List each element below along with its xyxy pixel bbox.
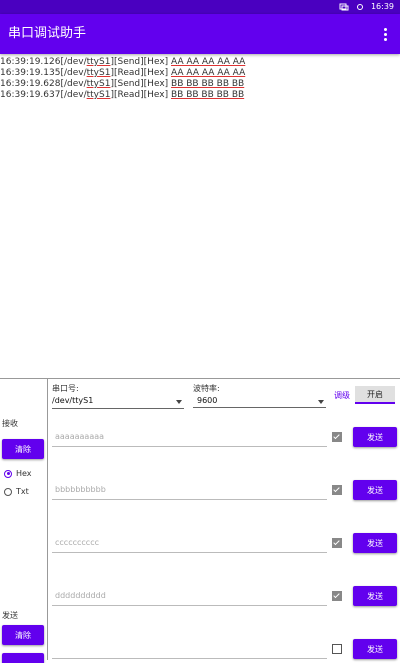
send-row-checkbox[interactable]	[332, 538, 342, 548]
send-row-checkbox[interactable]	[332, 644, 342, 654]
send-input[interactable]	[52, 639, 327, 659]
send-button[interactable]: 发送	[353, 533, 397, 553]
baud-label: 波特率:	[193, 384, 220, 393]
side-divider	[47, 379, 48, 660]
log-port: ttyS1	[86, 68, 111, 78]
send-button[interactable]: 发送	[353, 639, 397, 659]
log-data: BB BB BB BB BB	[171, 79, 245, 89]
status-bar: 16:39	[0, 0, 400, 14]
receive-label: 接收	[2, 419, 18, 428]
log-fmt: [Hex]	[143, 90, 169, 100]
log-dir: [Read]	[113, 68, 144, 78]
radio-txt-indicator	[4, 487, 12, 496]
send-input[interactable]: dddddddddd	[52, 586, 327, 606]
log-dev: /dev/	[63, 79, 87, 89]
send-button[interactable]: 发送	[353, 586, 397, 606]
log-time: 16:39:19.628	[0, 79, 61, 89]
clear-receive-button[interactable]: 清除	[2, 439, 44, 459]
log-time: 16:39:19.135	[0, 68, 61, 78]
port-label: 串口号:	[52, 384, 79, 393]
send-row-checkbox[interactable]	[332, 591, 342, 601]
log-time: 16:39:19.637	[0, 90, 61, 100]
radio-hex-indicator	[4, 469, 12, 478]
clear-send-button[interactable]: 清除	[2, 625, 44, 645]
radio-hex-label: Hex	[16, 469, 32, 478]
app-title: 串口调试助手	[8, 26, 87, 41]
radio-hex[interactable]: Hex	[4, 469, 32, 478]
screen-rotate-icon	[339, 3, 349, 11]
send-input[interactable]: cccccccccc	[52, 533, 327, 553]
log-fmt: [Hex]	[143, 68, 169, 78]
send-row-checkbox[interactable]	[332, 485, 342, 495]
log-port: ttyS1	[86, 90, 111, 100]
baud-spinner[interactable]: 9600	[193, 396, 326, 408]
more-vertical-icon[interactable]	[380, 25, 390, 43]
baud-value: 9600	[197, 396, 218, 405]
extra-side-button[interactable]	[2, 653, 44, 663]
chevron-down-icon	[318, 400, 324, 404]
log-line: 16:39:19.628[/dev/ttyS1][Send][Hex] BB B…	[0, 79, 400, 90]
log-data: AA AA AA AA AA	[170, 68, 246, 78]
radio-txt-label: Txt	[16, 487, 29, 496]
panel-divider	[0, 378, 400, 379]
log-fmt: [Hex]	[143, 79, 169, 89]
port-value: /dev/ttyS1	[52, 396, 94, 405]
log-fmt: [Hex]	[143, 57, 169, 67]
send-input[interactable]: aaaaaaaaaa	[52, 427, 327, 447]
log-dev: /dev/	[63, 57, 87, 67]
log-time: 16:39:19.126	[0, 57, 61, 67]
log-dev: /dev/	[63, 90, 87, 100]
log-dir: [Read]	[113, 90, 144, 100]
advanced-link[interactable]: 调级	[334, 390, 350, 401]
log-dev: /dev/	[63, 68, 87, 78]
app-bar: 串口调试助手	[0, 14, 400, 54]
status-time: 16:39	[370, 2, 394, 11]
radio-txt[interactable]: Txt	[4, 487, 29, 496]
log-dir: [Send]	[113, 57, 144, 67]
log-line: 16:39:19.126[/dev/ttyS1][Send][Hex] AA A…	[0, 57, 400, 68]
log-line: 16:39:19.135[/dev/ttyS1][Read][Hex] AA A…	[0, 68, 400, 79]
port-spinner[interactable]: /dev/ttyS1	[52, 396, 184, 409]
open-port-button[interactable]: 开启	[355, 386, 395, 404]
log-port: ttyS1	[86, 79, 111, 89]
log-data: AA AA AA AA AA	[171, 57, 246, 67]
send-label: 发送	[2, 611, 18, 620]
log-line: 16:39:19.637[/dev/ttyS1][Read][Hex] BB B…	[0, 90, 400, 101]
log-port: ttyS1	[86, 57, 111, 67]
log-dir: [Send]	[113, 79, 144, 89]
send-input[interactable]: bbbbbbbbbb	[52, 480, 327, 500]
send-button[interactable]: 发送	[353, 480, 397, 500]
send-button[interactable]: 发送	[353, 427, 397, 447]
chevron-down-icon	[176, 400, 182, 404]
serial-log: 16:39:19.126[/dev/ttyS1][Send][Hex] AA A…	[0, 57, 400, 377]
settings-icon	[356, 4, 363, 10]
send-row-checkbox[interactable]	[332, 432, 342, 442]
log-data: BB BB BB BB BB	[170, 90, 245, 100]
